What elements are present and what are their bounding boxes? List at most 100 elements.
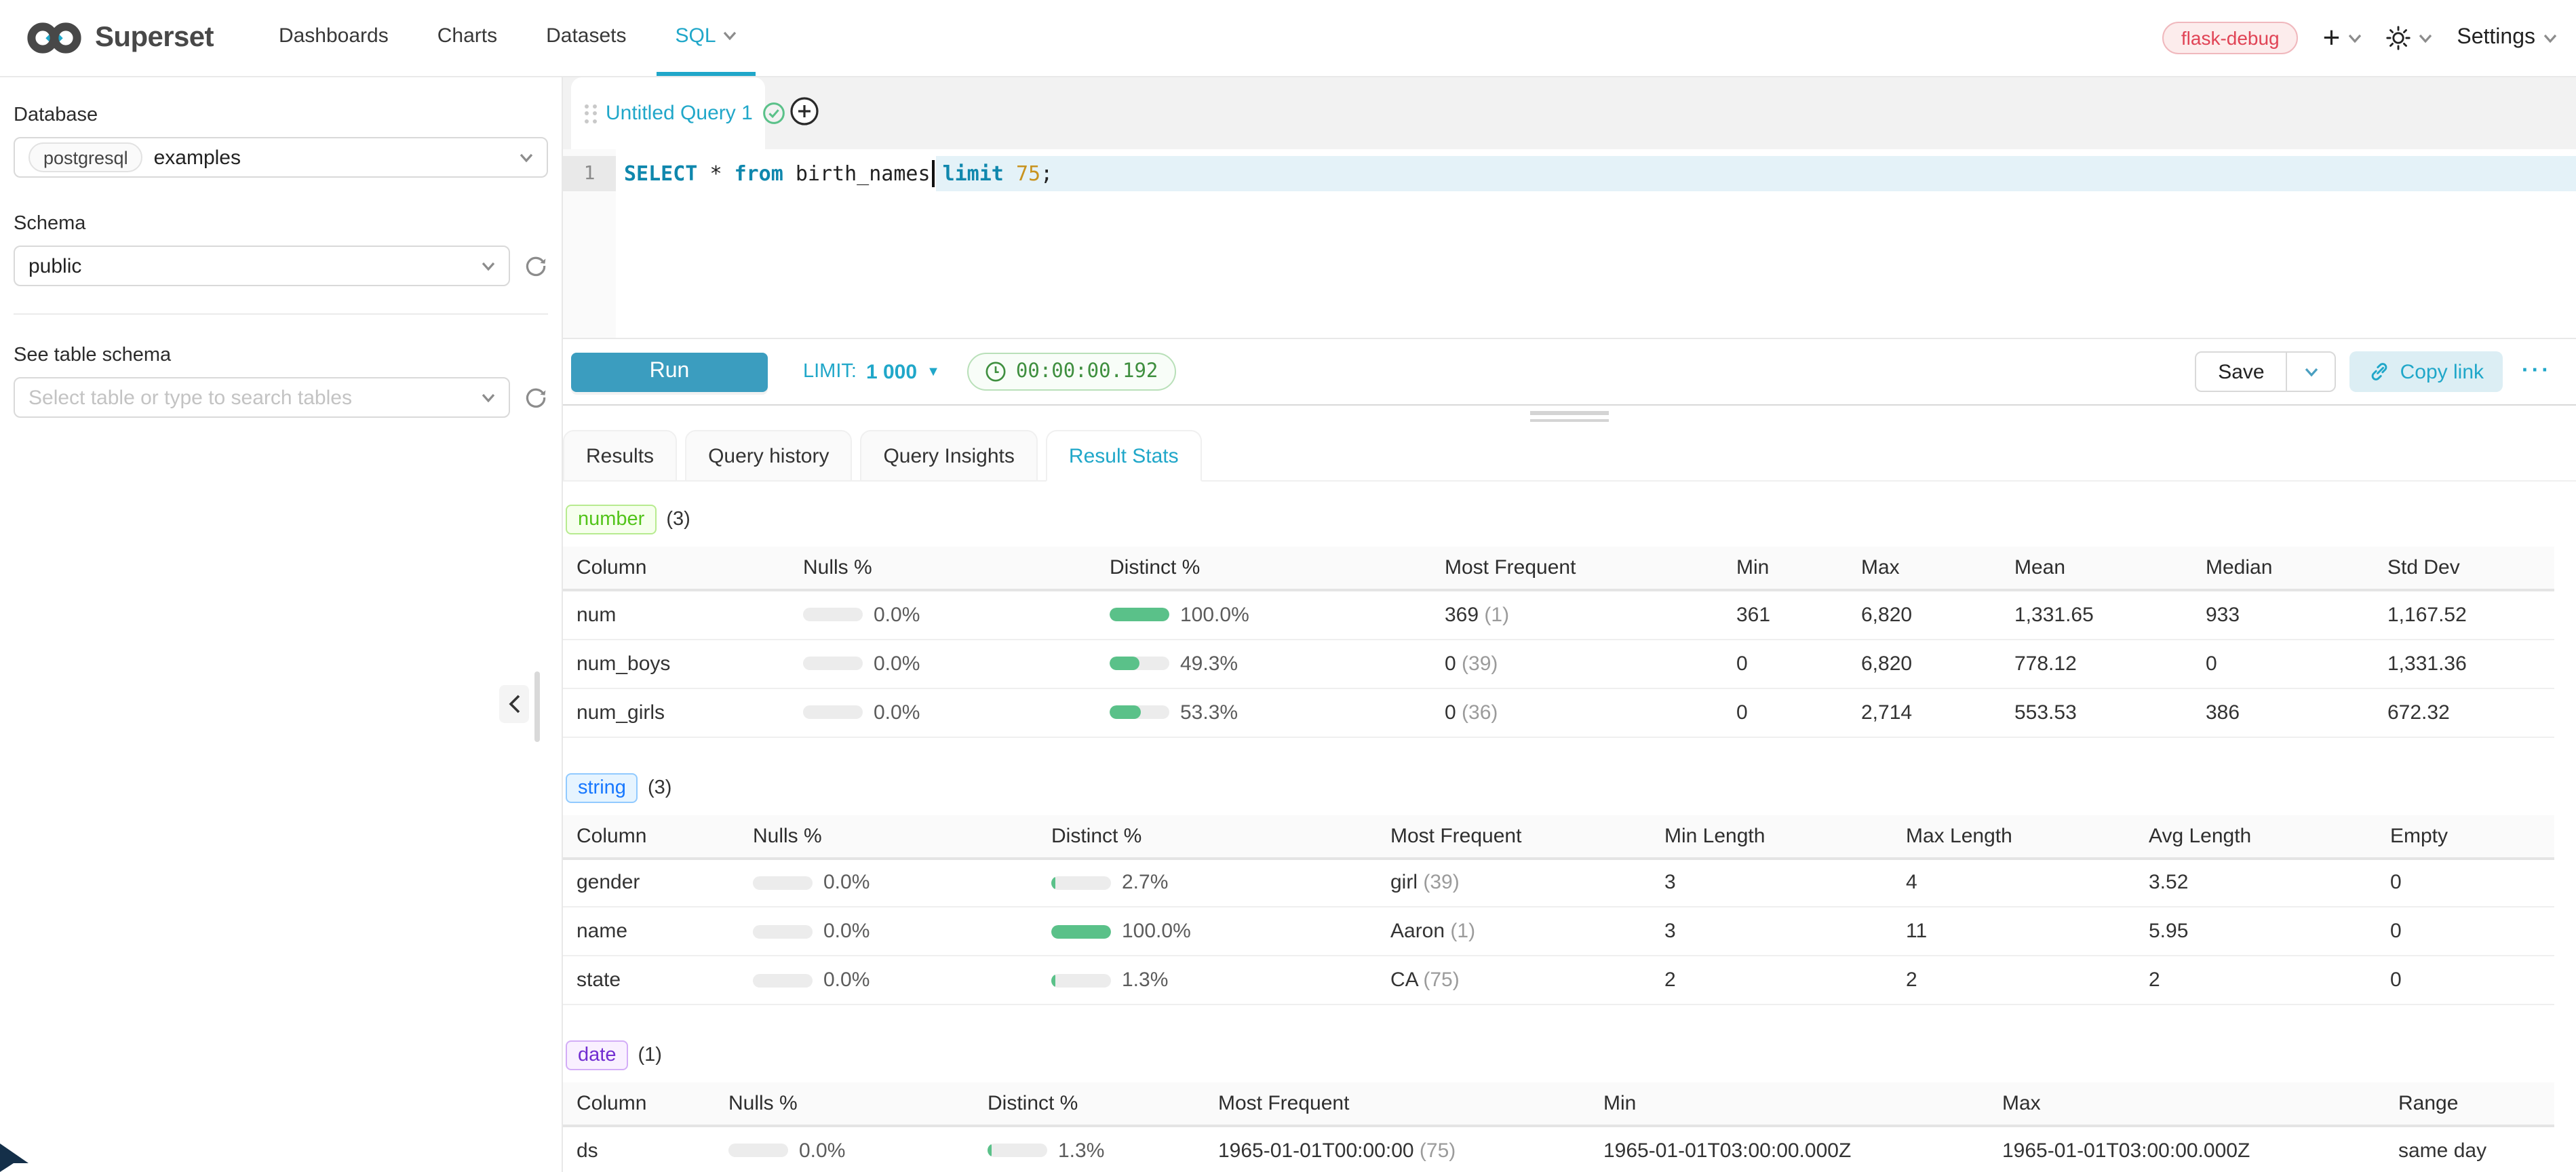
refresh-schema-icon[interactable] [524, 254, 548, 278]
settings-label: Settings [2457, 26, 2535, 50]
nav-item-dashboards[interactable]: Dashboards [260, 0, 408, 76]
table-schema-label: See table schema [14, 345, 548, 366]
percent-cell: 1.3% [1038, 956, 1377, 1004]
percent-cell: 0.0% [739, 907, 1038, 956]
table-row: ds0.0%1.3%1965-01-01T00:00:00 (75)1965-0… [563, 1126, 2554, 1172]
sql-keyword: limit [943, 161, 1004, 186]
superset-brand[interactable]: Superset [24, 19, 214, 57]
stat-section-date: date(1)ColumnNulls %Distinct %Most Frequ… [563, 1040, 2554, 1172]
editor-gutter: 1 [563, 149, 616, 338]
most-frequent-value: 0 [1445, 652, 1456, 675]
query-tab-title: Untitled Query 1 [606, 102, 753, 125]
superset-logo-icon [24, 19, 84, 57]
chevron-down-icon [2305, 367, 2318, 376]
run-button[interactable]: Run [571, 352, 768, 391]
database-select[interactable]: postgresql examples [14, 137, 548, 178]
resize-grip[interactable] [563, 406, 2576, 427]
string-stats-table: ColumnNulls %Distinct %Most FrequentMin … [563, 815, 2554, 1005]
nav-item-charts[interactable]: Charts [418, 0, 516, 76]
save-options-button[interactable] [2286, 353, 2335, 391]
percent-cell: 53.3% [1096, 688, 1431, 737]
chevron-down-icon [482, 261, 495, 271]
theme-toggle[interactable] [2386, 26, 2432, 50]
percent-label: 100.0% [1122, 920, 1191, 943]
percent-label: 0.0% [823, 920, 870, 943]
column-header: Median [2192, 547, 2374, 590]
stat-value-cell: same day [2385, 1126, 2554, 1172]
percent-cell: 1.3% [974, 1126, 1205, 1172]
stat-value-cell: 1965-01-01T03:00:00.000Z [1590, 1126, 1989, 1172]
stat-value-cell: 4 [1892, 858, 2135, 907]
column-header: Nulls % [789, 547, 1096, 590]
stat-value-cell: 3.52 [2135, 858, 2377, 907]
settings-menu[interactable]: Settings [2457, 26, 2557, 50]
mouse-cursor [0, 1139, 33, 1172]
progress-bar [753, 876, 813, 890]
tab-result-stats[interactable]: Result Stats [1046, 430, 1202, 482]
sql-editor-panel: Untitled Query 1 ✕ 1 [563, 77, 2576, 1172]
nav-item-sql[interactable]: SQL [657, 0, 756, 76]
table-select-placeholder: Select table or type to search tables [28, 386, 352, 409]
column-header: Distinct % [1096, 547, 1431, 590]
percent-label: 2.7% [1122, 872, 1168, 895]
tab-query-history[interactable]: Query history [685, 430, 852, 482]
column-header: Most Frequent [1377, 815, 1651, 858]
stat-value-cell: 2 [1651, 956, 1892, 1004]
table-row: num_boys0.0%49.3%0 (39)06,820778.1201,33… [563, 639, 2554, 688]
progress-bar [728, 1144, 788, 1158]
more-actions-button[interactable]: ··· [2516, 359, 2557, 384]
stat-value-cell: 361 [1723, 590, 1848, 639]
progress-bar [988, 1144, 1047, 1158]
chevron-down-icon [2419, 33, 2432, 43]
column-header: Mean [2001, 547, 2192, 590]
table-header-row: ColumnNulls %Distinct %Most FrequentMinM… [563, 547, 2554, 590]
sql-table-name: birth_names [796, 161, 931, 186]
sql-lab-sidebar: Database postgresql examples Schema publ… [0, 77, 563, 1172]
column-header: Std Dev [2374, 547, 2554, 590]
table-select[interactable]: Select table or type to search tables [14, 377, 510, 418]
stat-value-cell: 2 [1892, 956, 2135, 1004]
percent-label: 0.0% [823, 872, 870, 895]
save-button[interactable]: Save [2196, 353, 2286, 391]
stat-value-cell: 6,820 [1848, 590, 2001, 639]
drag-handle-icon[interactable] [585, 104, 596, 123]
column-header: Column [563, 547, 789, 590]
new-item-button[interactable]: + [2323, 23, 2362, 53]
tab-results[interactable]: Results [563, 430, 677, 482]
clock-icon [985, 361, 1007, 383]
most-frequent-value: 369 [1445, 604, 1479, 627]
most-frequent-count: (39) [1456, 652, 1498, 675]
collapse-sidebar-button[interactable] [499, 685, 529, 723]
percent-label: 1.3% [1058, 1139, 1104, 1163]
stat-value-cell: 0 [2377, 956, 2554, 1004]
query-tab[interactable]: Untitled Query 1 ✕ [571, 77, 765, 149]
most-frequent-cell: CA (75) [1377, 956, 1651, 1004]
sun-icon [2386, 26, 2411, 50]
column-header: Range [2385, 1082, 2554, 1126]
query-tab-strip: Untitled Query 1 ✕ [563, 77, 2576, 149]
refresh-tables-icon[interactable] [524, 385, 548, 410]
percent-cell: 100.0% [1038, 907, 1377, 956]
nav-item-label: Dashboards [279, 24, 389, 47]
table-row: state0.0%1.3%CA (75)2220 [563, 956, 2554, 1004]
stat-value-cell: 553.53 [2001, 688, 2192, 737]
most-frequent-cell: 0 (39) [1431, 639, 1723, 688]
nav-item-datasets[interactable]: Datasets [527, 0, 645, 76]
column-header: Min [1723, 547, 1848, 590]
copy-link-button[interactable]: Copy link [2350, 351, 2503, 392]
limit-dropdown[interactable]: LIMIT: 1 000 ▼ [803, 360, 940, 383]
caret-down-icon: ▼ [926, 364, 940, 379]
editor-code-area[interactable]: SELECT * from birth_nameslimit 75; [616, 149, 2576, 338]
most-frequent-count: (36) [1456, 701, 1498, 724]
add-query-tab-button[interactable] [789, 96, 819, 130]
schema-select[interactable]: public [14, 246, 510, 286]
tab-query-insights[interactable]: Query Insights [860, 430, 1037, 482]
plus-icon: + [2323, 23, 2341, 53]
stat-value-cell: 1965-01-01T03:00:00.000Z [1989, 1126, 2385, 1172]
chevron-left-icon [508, 695, 520, 714]
sql-code-editor[interactable]: 1 SELECT * from birth_nameslimit 75; [563, 149, 2576, 338]
table-header-row: ColumnNulls %Distinct %Most FrequentMinM… [563, 1082, 2554, 1126]
most-frequent-cell: 1965-01-01T00:00:00 (75) [1205, 1126, 1590, 1172]
scrollbar-thumb[interactable] [534, 671, 540, 742]
chevron-down-icon [723, 31, 737, 41]
